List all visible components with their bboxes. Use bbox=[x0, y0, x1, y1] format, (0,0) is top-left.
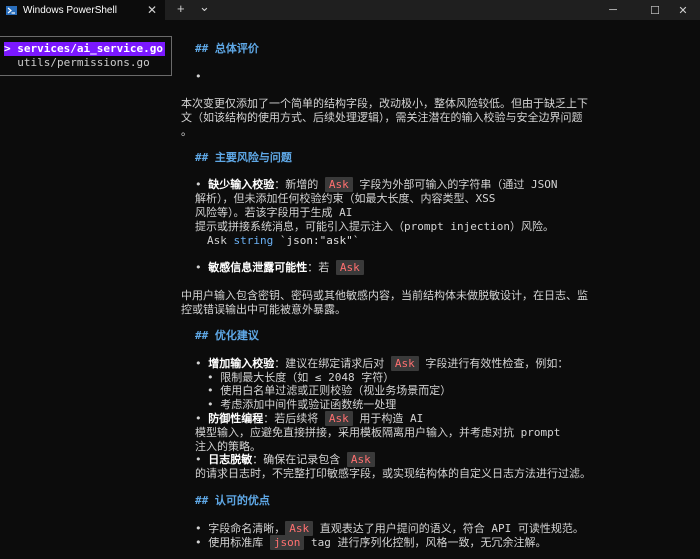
text-span: 模型输入，应避免直接拼接，采用模板隔离用户输入，并考虑对抗 prompt bbox=[195, 426, 561, 439]
text-span: • bbox=[195, 261, 209, 274]
review-output: ## 总体评价 • 本次变更仅添加了一个简单的结构字段，改动极小，整体风险较低。但由… bbox=[0, 0, 700, 559]
output-line: • 增加输入校验：建议在绑定请求后对 Ask 字段进行有效性检查，例如： bbox=[195, 356, 569, 371]
text-span: 风险等）。若该字段用于生成 AI bbox=[195, 206, 353, 219]
text-span: 直观表达了用户提问的语义，符合 API 可读性规范。 bbox=[313, 522, 584, 535]
text-span: Ask bbox=[207, 234, 234, 247]
text-span: ：新增的 bbox=[274, 178, 325, 191]
output-line: 中用户输入包含密钥、密码或其他敏感内容，当前结构体未做脱敏设计，在日志、监 bbox=[181, 289, 588, 303]
output-line: ## 主要风险与问题 bbox=[195, 151, 292, 165]
text-span: 本次变更仅添加了一个简单的结构字段，改动极小，整体风险较低。但由于缺乏上下 bbox=[181, 97, 588, 110]
inline-code: Ask bbox=[346, 452, 375, 467]
text-span: 注入的策略。 bbox=[195, 440, 261, 453]
text-span: 中用户输入包含密钥、密码或其他敏感内容，当前结构体未做脱敏设计，在日志、监 bbox=[181, 289, 588, 302]
output-line: 解析），但未添加任何校验约束（如最大长度、内容类型、XSS bbox=[195, 192, 495, 206]
output-line: 文（如该结构的使用方式、后续处理逻辑），需关注潜在的输入校验与安全边界问题 bbox=[181, 111, 583, 125]
text-span: tag 进行序列化控制，风格一致，无冗余注解。 bbox=[304, 536, 547, 549]
inline-code: Ask bbox=[324, 177, 353, 192]
inline-code: Ask bbox=[390, 356, 419, 371]
inline-code: json bbox=[269, 535, 305, 550]
section-heading: ## 总体评价 bbox=[195, 42, 259, 55]
text-span: string bbox=[233, 234, 274, 247]
output-line: 注入的策略。 bbox=[195, 440, 261, 454]
text-span: ：若后续将 bbox=[263, 412, 325, 425]
text-span: ：确保在记录包含 bbox=[252, 453, 347, 466]
inline-code: Ask bbox=[324, 411, 353, 426]
text-span: • 字段命名清晰， bbox=[195, 522, 286, 535]
text-span: 解析），但未添加任何校验约束（如最大长度、内容类型、XSS bbox=[195, 192, 496, 205]
text-span: • bbox=[195, 357, 209, 370]
output-line: • 日志脱敏：确保在记录包含 Ask bbox=[195, 452, 375, 467]
text-span: 提示或拼接系统消息，可能引入提示注入（prompt injection）风险。 bbox=[195, 220, 554, 233]
text-span: • bbox=[195, 453, 209, 466]
text-span: • 使用白名单过滤或正则校验（视业务场景而定） bbox=[207, 384, 452, 397]
output-line: 本次变更仅添加了一个简单的结构字段，改动极小，整体风险较低。但由于缺乏上下 bbox=[181, 97, 588, 111]
output-line: ## 认可的优点 bbox=[195, 494, 270, 508]
output-line: • bbox=[195, 70, 202, 84]
output-line: ## 优化建议 bbox=[195, 329, 259, 343]
text-span: `json:"ask"` bbox=[273, 234, 360, 247]
section-heading: ## 优化建议 bbox=[195, 329, 259, 342]
text-span: ：若 bbox=[307, 261, 336, 274]
text-span: • bbox=[195, 178, 209, 191]
bold-label: 敏感信息泄露可能性 bbox=[208, 261, 308, 274]
inline-code: Ask bbox=[285, 521, 314, 536]
output-line: • 使用标准库 json tag 进行序列化控制，风格一致，无冗余注解。 bbox=[195, 535, 547, 550]
text-span: • bbox=[195, 70, 202, 83]
text-span: 文（如该结构的使用方式、后续处理逻辑），需关注潜在的输入校验与安全边界问题 bbox=[181, 111, 583, 124]
output-line: • 缺少输入校验：新增的 Ask 字段为外部可输入的字符串（通过 JSON bbox=[195, 177, 558, 192]
text-span: ：建议在绑定请求后对 bbox=[274, 357, 391, 370]
output-line: Ask string `json:"ask"` bbox=[207, 234, 359, 248]
output-line: • 限制最大长度（如 ≤ 2048 字符） bbox=[207, 371, 394, 385]
text-span: • 使用标准库 bbox=[195, 536, 270, 549]
text-span: • 考虑添加中间件或验证函数统一处理 bbox=[207, 398, 397, 411]
output-line: 的请求日志时，不完整打印敏感字段，或实现结构体的自定义日志方法进行过滤。 bbox=[195, 467, 591, 481]
output-line: 控或错误输出中可能被意外暴露。 bbox=[181, 303, 346, 317]
text-span: 控或错误输出中可能被意外暴露。 bbox=[181, 303, 346, 316]
section-heading: ## 认可的优点 bbox=[195, 494, 270, 507]
text-span: • bbox=[195, 412, 209, 425]
bold-label: 防御性编程 bbox=[208, 412, 264, 425]
output-line: ## 总体评价 bbox=[195, 42, 259, 56]
output-line: 风险等）。若该字段用于生成 AI bbox=[195, 206, 352, 220]
bold-label: 日志脱敏 bbox=[208, 453, 253, 466]
text-span: 用于构造 AI bbox=[352, 412, 424, 425]
text-span: 字段进行有效性检查，例如： bbox=[418, 357, 569, 370]
output-line: 。 bbox=[181, 125, 192, 139]
text-span: • 限制最大长度（如 ≤ 2048 字符） bbox=[207, 371, 395, 384]
text-span: 字段为外部可输入的字符串（通过 JSON bbox=[352, 178, 558, 191]
text-span: 。 bbox=[181, 125, 192, 138]
text-span: 的请求日志时，不完整打印敏感字段，或实现结构体的自定义日志方法进行过滤。 bbox=[195, 467, 591, 480]
output-line: • 防御性编程：若后续将 Ask 用于构造 AI bbox=[195, 411, 424, 426]
output-line: 模型输入，应避免直接拼接，采用模板隔离用户输入，并考虑对抗 prompt bbox=[195, 426, 560, 440]
output-line: • 敏感信息泄露可能性：若 Ask bbox=[195, 260, 364, 275]
bold-label: 缺少输入校验 bbox=[208, 178, 275, 191]
output-line: • 字段命名清晰， Ask 直观表达了用户提问的语义，符合 API 可读性规范。 bbox=[195, 521, 584, 536]
output-line: 提示或拼接系统消息，可能引入提示注入（prompt injection）风险。 bbox=[195, 220, 554, 234]
section-heading: ## 主要风险与问题 bbox=[195, 151, 292, 164]
bold-label: 增加输入校验 bbox=[208, 357, 275, 370]
inline-code: Ask bbox=[335, 260, 364, 275]
output-line: • 考虑添加中间件或验证函数统一处理 bbox=[207, 398, 396, 412]
output-line: • 使用白名单过滤或正则校验（视业务场景而定） bbox=[207, 384, 451, 398]
